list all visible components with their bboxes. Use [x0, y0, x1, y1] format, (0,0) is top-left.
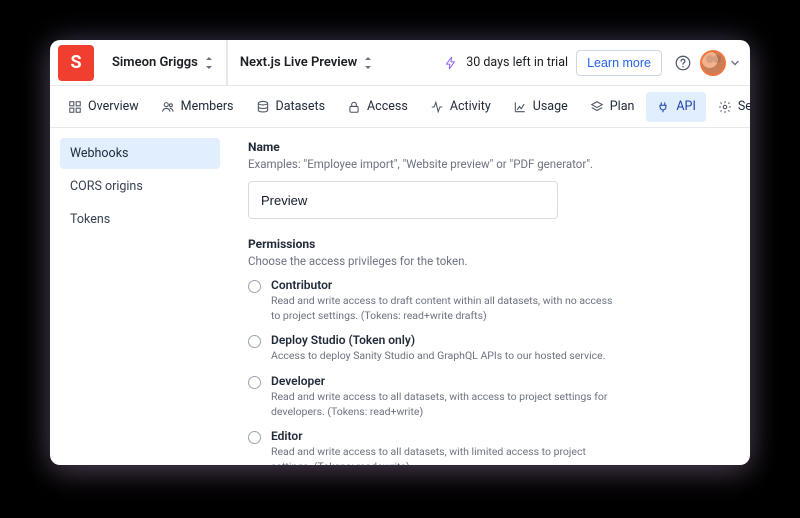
permission-option-contributor[interactable]: Contributor Read and write access to dra… [248, 278, 732, 323]
app-logo[interactable]: S [58, 45, 94, 81]
permission-title: Contributor [271, 278, 621, 292]
user-switcher-label: Simeon Griggs [112, 55, 198, 70]
tab-plan[interactable]: Plan [580, 92, 645, 122]
permission-option-developer[interactable]: Developer Read and write access to all d… [248, 374, 732, 419]
user-switcher[interactable]: Simeon Griggs [100, 40, 227, 86]
select-icon [363, 56, 373, 70]
users-icon [161, 100, 175, 114]
sidebar-item-webhooks[interactable]: Webhooks [60, 138, 220, 169]
permission-option-deploy[interactable]: Deploy Studio (Token only) Access to dep… [248, 333, 732, 363]
lock-icon [347, 100, 361, 114]
trial-days-text: 30 days left in trial [466, 55, 568, 70]
topbar: S Simeon Griggs Next.js Live Preview 30 … [50, 40, 750, 86]
name-label: Name [248, 140, 732, 154]
layers-icon [590, 100, 604, 114]
tab-label: Members [181, 99, 234, 114]
tab-label: Settings [738, 99, 750, 114]
tab-access[interactable]: Access [337, 92, 418, 122]
radio-icon [248, 280, 261, 293]
chart-icon [513, 100, 527, 114]
help-button[interactable] [670, 50, 696, 76]
permission-desc: Read and write access to all datasets, w… [271, 389, 621, 419]
tab-settings[interactable]: Settings [708, 92, 750, 122]
permission-desc: Read and write access to all datasets, w… [271, 444, 621, 465]
database-icon [256, 100, 270, 114]
name-input[interactable] [248, 181, 558, 219]
sidebar-item-cors-origins[interactable]: CORS origins [60, 171, 220, 202]
radio-icon [248, 335, 261, 348]
permissions-help: Choose the access privileges for the tok… [248, 254, 732, 268]
plug-icon [656, 100, 670, 114]
tab-label: API [676, 99, 695, 114]
permission-desc: Access to deploy Sanity Studio and Graph… [271, 348, 606, 363]
sidebar: Webhooks CORS origins Tokens [50, 128, 230, 465]
gear-icon [718, 100, 732, 114]
tab-activity[interactable]: Activity [420, 92, 501, 122]
activity-icon [430, 100, 444, 114]
select-icon [204, 56, 214, 70]
content-panel: Name Examples: "Employee import", "Websi… [230, 128, 750, 465]
tabs-bar: Overview Members Datasets Access Activit… [50, 86, 750, 128]
radio-icon [248, 376, 261, 389]
project-switcher[interactable]: Next.js Live Preview [227, 40, 385, 86]
tab-overview[interactable]: Overview [58, 92, 149, 122]
radio-icon [248, 431, 261, 444]
permission-option-editor[interactable]: Editor Read and write access to all data… [248, 429, 732, 465]
permission-title: Deploy Studio (Token only) [271, 333, 606, 347]
permission-title: Developer [271, 374, 621, 388]
permission-title: Editor [271, 429, 621, 443]
permissions-label: Permissions [248, 237, 732, 251]
tab-label: Plan [610, 99, 635, 114]
sidebar-item-tokens[interactable]: Tokens [60, 204, 220, 235]
tab-label: Access [367, 99, 408, 114]
tab-label: Datasets [276, 99, 326, 114]
grid-icon [68, 100, 82, 114]
tab-label: Usage [533, 99, 568, 114]
learn-more-button[interactable]: Learn more [576, 50, 662, 76]
tab-label: Overview [88, 99, 139, 114]
tab-api[interactable]: API [646, 92, 705, 122]
trial-status: 30 days left in trial Learn more [444, 50, 670, 76]
tab-usage[interactable]: Usage [503, 92, 578, 122]
permissions-radio-group: Contributor Read and write access to dra… [248, 278, 732, 465]
body: Webhooks CORS origins Tokens Name Exampl… [50, 128, 750, 465]
avatar [700, 50, 726, 76]
project-switcher-label: Next.js Live Preview [240, 55, 357, 70]
name-help: Examples: "Employee import", "Website pr… [248, 157, 732, 171]
chevron-down-icon [730, 53, 740, 72]
tab-members[interactable]: Members [151, 92, 244, 122]
user-menu[interactable] [696, 50, 740, 76]
tab-datasets[interactable]: Datasets [246, 92, 336, 122]
app-window: S Simeon Griggs Next.js Live Preview 30 … [50, 40, 750, 465]
help-icon [674, 54, 692, 72]
bolt-icon [444, 56, 458, 70]
tab-label: Activity [450, 99, 491, 114]
permission-desc: Read and write access to draft content w… [271, 293, 621, 323]
